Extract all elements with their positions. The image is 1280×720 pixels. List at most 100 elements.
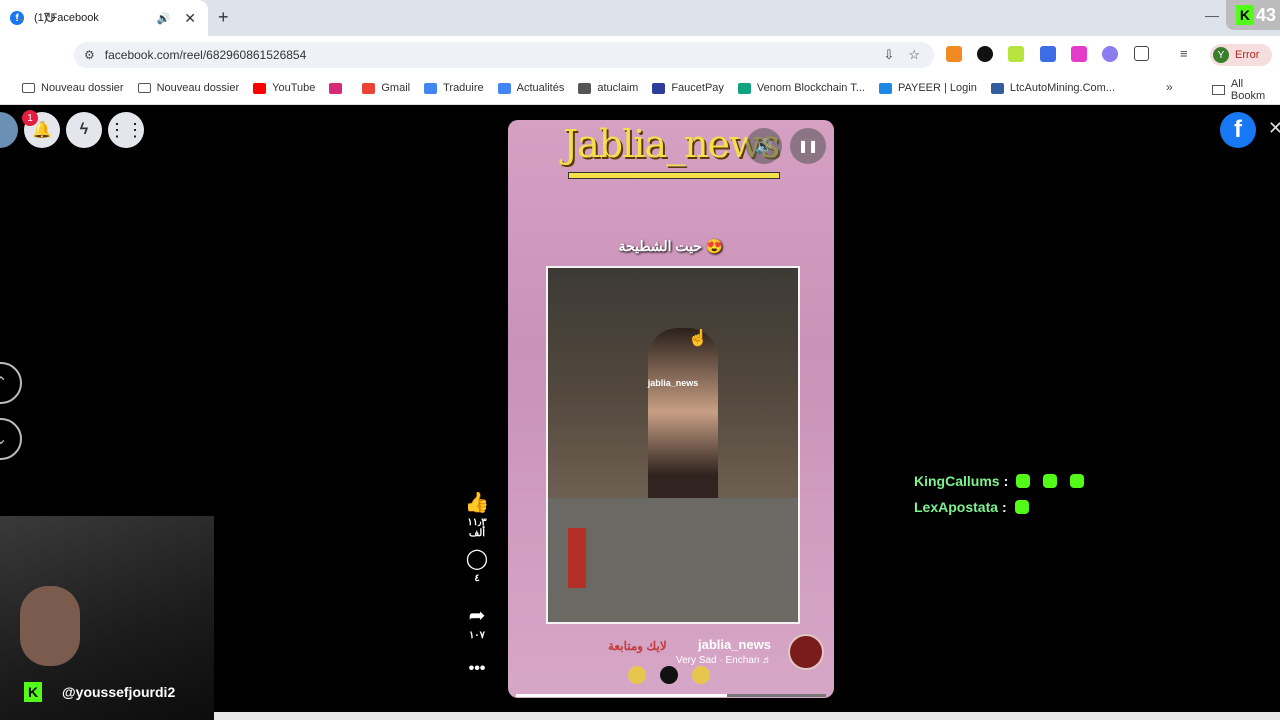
reel-music[interactable]: Very Sad · Enchan ♬	[676, 655, 772, 666]
forward-icon[interactable]: →	[12, 9, 27, 26]
profile-button[interactable]: Y Error	[1210, 44, 1272, 66]
kick-logo-icon: K	[24, 682, 42, 702]
bookmark-item[interactable]: Traduire	[424, 82, 484, 94]
bookmark-item[interactable]: Actualités	[497, 82, 565, 94]
new-tab-button[interactable]: +	[218, 7, 229, 28]
more-options-icon[interactable]: •••	[458, 660, 496, 678]
chat-message: LexApostata:	[914, 499, 1042, 515]
all-bookmarks-label: All Bookm	[1230, 78, 1266, 102]
bookmark-item[interactable]: FaucetPay	[652, 82, 724, 94]
bookmark-label: Nouveau dossier	[156, 82, 240, 94]
gmail-icon	[362, 82, 376, 94]
progress-fill	[516, 694, 727, 697]
bookmark-item[interactable]: Gmail	[362, 82, 410, 94]
like-count: ١١٫٣ ألف	[467, 517, 487, 539]
bookmark-label: Actualités	[516, 82, 565, 94]
reel-follow-text: لايك ومتابعة	[608, 639, 667, 653]
browser-tab[interactable]: f (1) Facebook 🔊 ✕	[0, 0, 208, 36]
bookmark-label: PAYEER | Login	[897, 82, 977, 94]
menu-grid-icon[interactable]: ⋮⋮	[108, 112, 144, 148]
bottom-strip	[214, 712, 1280, 720]
tiktok-icon	[660, 666, 678, 684]
ltc-icon	[990, 82, 1004, 94]
reel-video-player[interactable]: Jablia_news 🔊 ❚❚ حيت الشطيحة 😍 jablia_ne…	[508, 120, 834, 698]
venom-icon	[737, 82, 751, 94]
extension-icon[interactable]	[1008, 46, 1024, 62]
kick-emote-icon	[1014, 500, 1029, 514]
bookmark-item[interactable]: YouTube	[253, 82, 315, 94]
close-icon[interactable]: ✕	[1268, 118, 1280, 139]
extension-icon[interactable]	[1071, 46, 1087, 62]
metamask-extension-icon[interactable]	[946, 46, 962, 62]
reel-author-avatar[interactable]	[788, 634, 824, 670]
faucetpay-icon	[652, 82, 666, 94]
bookmark-label: YouTube	[272, 82, 316, 94]
streamer-face	[20, 586, 80, 666]
comment-count: ٤	[474, 573, 480, 584]
more-bookmarks-icon[interactable]: »	[1166, 80, 1173, 94]
extension-icon[interactable]	[1102, 46, 1118, 62]
reel-inner-video: jablia_news	[546, 266, 800, 624]
next-reel-icon[interactable]: ⌄	[0, 418, 22, 460]
chat-username: LexApostata	[914, 499, 999, 515]
bookmark-item[interactable]: PAYEER | Login	[878, 82, 977, 94]
news-icon	[497, 82, 511, 94]
video-can	[568, 528, 586, 588]
translate-icon	[424, 82, 438, 94]
address-bar[interactable]: ⚙ facebook.com/reel/682960861526854 ⇩ ☆	[74, 42, 934, 68]
bookmark-label: LtcAutoMining.Com...	[1009, 82, 1115, 94]
extension-icon[interactable]	[977, 46, 993, 62]
reel-progress-bar[interactable]	[516, 694, 826, 697]
bookmark-item[interactable]: Nouveau dossier	[137, 82, 240, 94]
bookmark-item[interactable]: atuclaim	[578, 82, 638, 94]
payeer-icon	[878, 82, 892, 94]
notification-badge: 1	[22, 110, 38, 126]
reload-icon[interactable]: ↻	[44, 9, 57, 27]
like-button[interactable]: 👍 ١١٫٣ ألف	[458, 490, 496, 539]
bookmark-item[interactable]	[329, 82, 348, 94]
close-tab-icon[interactable]: ✕	[184, 10, 196, 27]
extension-icon[interactable]	[1040, 46, 1056, 62]
url-text[interactable]: facebook.com/reel/682960861526854	[105, 48, 884, 62]
bookmark-item[interactable]: Venom Blockchain T...	[737, 82, 865, 94]
profile-status: Error	[1235, 49, 1260, 61]
reel-title: Jablia_news	[562, 122, 780, 166]
bookmark-label: Gmail	[381, 82, 411, 94]
bookmark-label: Venom Blockchain T...	[756, 82, 865, 94]
reading-list-icon[interactable]: ≡	[1180, 46, 1188, 61]
chat-username: KingCallums	[914, 473, 1000, 489]
bookmark-item[interactable]: Nouveau dossier	[22, 82, 124, 94]
speaker-icon[interactable]: 🔊	[157, 12, 171, 25]
volume-icon[interactable]: 🔊	[746, 128, 782, 164]
extensions-puzzle-icon[interactable]	[1134, 46, 1149, 61]
share-button[interactable]: ➦ ١٠٧	[458, 603, 496, 641]
streamer-tag: K @youssefjourdi2	[24, 682, 175, 702]
chat-message: KingCallums:	[914, 473, 1097, 489]
previous-reel-icon[interactable]: ⌃	[0, 362, 22, 404]
pause-icon[interactable]: ❚❚	[790, 128, 826, 164]
facebook-logo-icon[interactable]: f	[1220, 112, 1256, 148]
kick-logo-icon: K	[1235, 5, 1254, 25]
avatar: Y	[1213, 47, 1229, 63]
instagram-icon	[329, 82, 343, 94]
all-bookmarks[interactable]: All Bookm	[1212, 78, 1280, 102]
comment-button[interactable]: ◯ ٤	[458, 546, 496, 584]
facebook-small-icon	[692, 666, 710, 684]
comment-icon: ◯	[465, 548, 489, 570]
reel-username[interactable]: jablia_news	[698, 637, 771, 652]
install-app-icon[interactable]: ⇩	[883, 47, 894, 63]
minimize-icon[interactable]: —	[1205, 7, 1219, 23]
youtube-icon	[253, 82, 267, 94]
instagram-icon	[628, 666, 646, 684]
profile-avatar[interactable]	[0, 112, 18, 148]
site-settings-icon[interactable]: ⚙	[84, 48, 95, 62]
globe-icon	[578, 82, 592, 94]
folder-icon	[22, 83, 35, 93]
kick-counter: 43	[1255, 4, 1276, 25]
folder-icon	[137, 83, 151, 93]
reel-title-underline	[568, 172, 780, 179]
share-count: ١٠٧	[468, 630, 486, 641]
bookmark-item[interactable]: LtcAutoMining.Com...	[990, 82, 1115, 94]
messenger-icon[interactable]: ϟ	[66, 112, 102, 148]
bookmark-star-icon[interactable]: ☆	[908, 47, 920, 63]
